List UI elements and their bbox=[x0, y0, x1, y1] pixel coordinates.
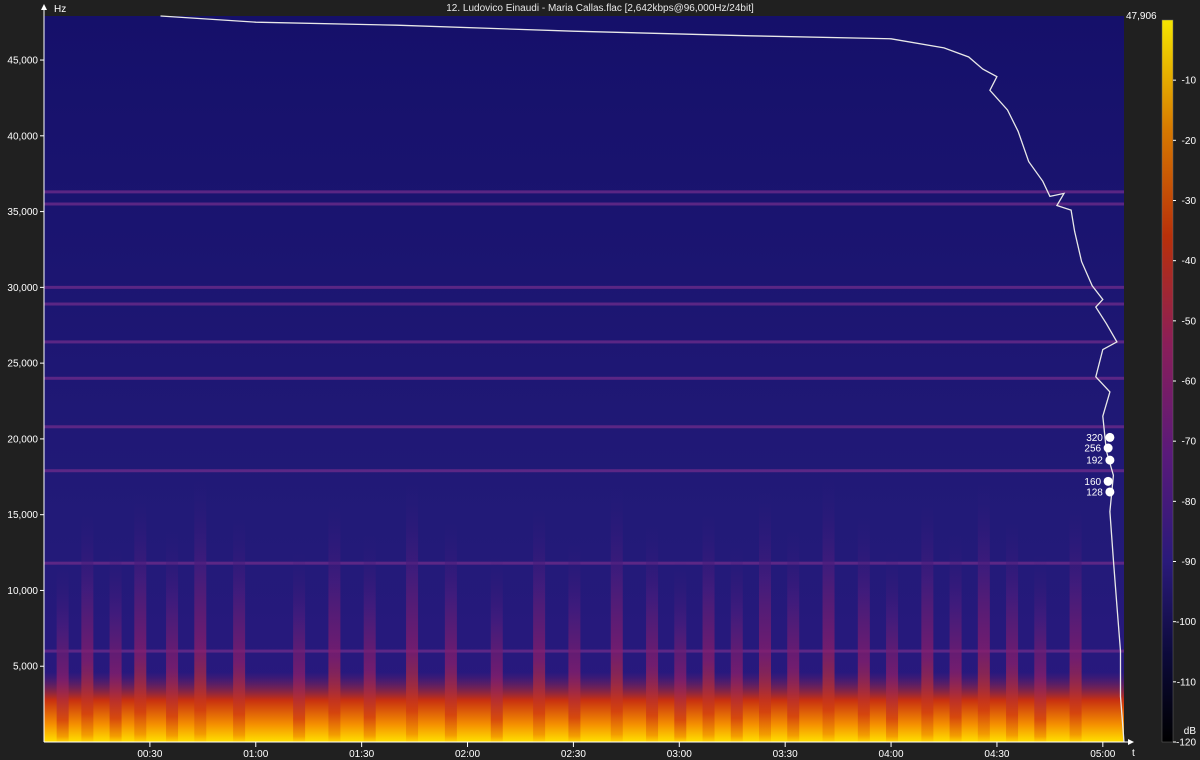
energy-burst bbox=[406, 482, 419, 742]
energy-burst bbox=[109, 546, 122, 742]
bitrate-marker-label: 320 bbox=[1086, 433, 1103, 444]
spectrogram-window: 12. Ludovico Einaudi - Maria Callas.flac… bbox=[0, 0, 1200, 760]
energy-burst bbox=[134, 493, 147, 742]
y-tick-label: 15,000 bbox=[7, 510, 38, 521]
y-max-label: 47,906 bbox=[1126, 11, 1157, 22]
energy-burst bbox=[702, 508, 715, 742]
bitrate-marker-dot bbox=[1103, 476, 1113, 486]
bitrate-marker-label: 128 bbox=[1086, 487, 1103, 498]
energy-burst bbox=[328, 498, 341, 742]
energy-burst bbox=[674, 561, 687, 742]
spectral-band bbox=[44, 202, 1124, 206]
bitrate-marker-dot bbox=[1103, 443, 1113, 453]
colorbar bbox=[1161, 19, 1174, 743]
energy-burst bbox=[787, 529, 800, 742]
energy-burst bbox=[293, 551, 306, 742]
y-tick-label: 35,000 bbox=[7, 207, 38, 218]
spectral-band bbox=[44, 376, 1124, 380]
energy-burst bbox=[490, 556, 503, 742]
energy-burst bbox=[444, 519, 457, 742]
energy-burst bbox=[233, 514, 246, 742]
colorbar-unit-label: dB bbox=[1184, 726, 1197, 737]
spectral-band bbox=[44, 425, 1124, 429]
energy-burst bbox=[1069, 502, 1082, 742]
energy-burst bbox=[81, 509, 94, 742]
energy-burst bbox=[822, 476, 835, 742]
x-tick-label: 02:30 bbox=[561, 749, 586, 760]
energy-burst bbox=[166, 530, 179, 742]
bitrate-marker-dot bbox=[1105, 432, 1115, 442]
energy-burst bbox=[759, 492, 771, 742]
energy-burst bbox=[730, 545, 743, 742]
energy-burst bbox=[1034, 555, 1047, 742]
energy-burst bbox=[646, 524, 659, 742]
energy-burst bbox=[363, 535, 376, 742]
colorbar-tick-label: -100 bbox=[1176, 617, 1196, 628]
x-tick-label: 02:00 bbox=[455, 749, 480, 760]
bitrate-marker-label: 160 bbox=[1084, 477, 1101, 488]
colorbar-tick-label: -80 bbox=[1182, 497, 1197, 508]
energy-burst bbox=[886, 550, 899, 742]
y-axis-arrow bbox=[41, 4, 47, 10]
x-tick-label: 04:00 bbox=[879, 749, 904, 760]
colorbar-tick-label: -30 bbox=[1182, 196, 1197, 207]
y-tick-label: 45,000 bbox=[7, 56, 38, 67]
y-axis-name: Hz bbox=[54, 4, 66, 15]
bitrate-marker-label: 256 bbox=[1084, 443, 1101, 454]
colorbar-tick-label: -110 bbox=[1177, 677, 1197, 688]
colorbar-tick-label: -40 bbox=[1182, 256, 1197, 267]
spectral-band bbox=[44, 190, 1124, 194]
x-axis-name: t bbox=[1132, 748, 1135, 759]
colorbar-tick-label: -90 bbox=[1182, 557, 1197, 568]
colorbar-tick-label: -70 bbox=[1182, 437, 1197, 448]
x-axis-arrow bbox=[1128, 739, 1134, 745]
energy-burst bbox=[194, 477, 207, 742]
energy-burst bbox=[56, 562, 69, 742]
x-tick-label: 04:30 bbox=[984, 749, 1009, 760]
energy-burst bbox=[949, 534, 962, 742]
colorbar-tick-label: -120 bbox=[1176, 738, 1196, 749]
spectral-band bbox=[44, 469, 1124, 473]
energy-burst bbox=[977, 481, 990, 742]
spectrogram-chart: Hz t 5,000 10,000 15,000 20,000 25,000 30,000 35… bbox=[7, 4, 1197, 760]
y-tick-label: 5,000 bbox=[13, 662, 38, 673]
energy-burst bbox=[533, 503, 546, 742]
colorbar-tick-label: -20 bbox=[1182, 136, 1197, 147]
x-tick-label: 00:30 bbox=[137, 749, 162, 760]
energy-burst bbox=[921, 497, 934, 742]
x-tick-label: 03:00 bbox=[667, 749, 692, 760]
energy-burst bbox=[857, 513, 870, 742]
x-tick-label: 01:30 bbox=[349, 749, 374, 760]
energy-burst bbox=[610, 487, 623, 742]
spectral-band bbox=[44, 302, 1124, 306]
colorbar-tick-label: -50 bbox=[1182, 316, 1197, 327]
bitrate-marker-dot bbox=[1105, 455, 1115, 465]
spectral-band bbox=[44, 285, 1124, 289]
bitrate-marker-dot bbox=[1105, 487, 1115, 497]
y-tick-label: 25,000 bbox=[7, 359, 38, 370]
colorbar-tick-label: -60 bbox=[1182, 377, 1197, 388]
colorbar-tick-label: -10 bbox=[1182, 76, 1197, 87]
y-tick-label: 30,000 bbox=[7, 283, 38, 294]
y-tick-label: 20,000 bbox=[7, 434, 38, 445]
y-tick-label: 10,000 bbox=[7, 586, 38, 597]
bitrate-marker-label: 192 bbox=[1086, 456, 1103, 467]
x-tick-label: 03:30 bbox=[773, 749, 798, 760]
x-tick-label: 01:00 bbox=[243, 749, 268, 760]
energy-burst bbox=[568, 540, 581, 742]
x-tick-label: 05:00 bbox=[1090, 749, 1115, 760]
y-tick-label: 40,000 bbox=[7, 131, 38, 142]
spectral-band bbox=[44, 340, 1124, 344]
energy-burst bbox=[1006, 518, 1019, 742]
